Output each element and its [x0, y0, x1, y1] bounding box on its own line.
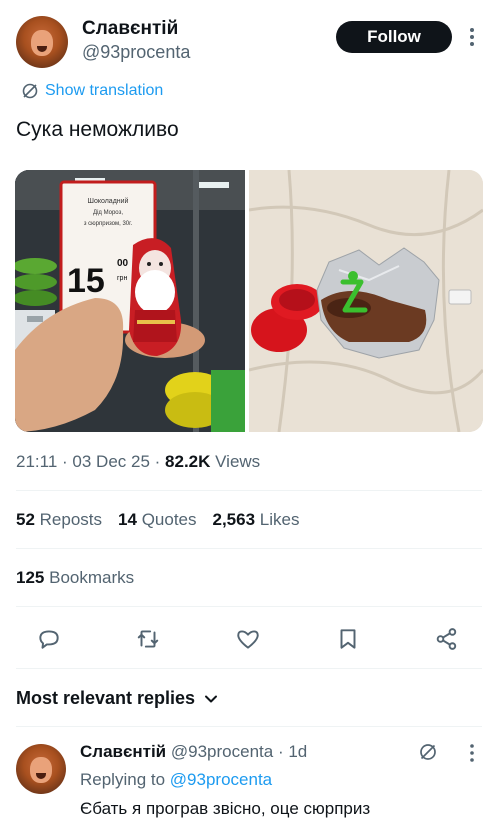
likes-count: 2,563	[212, 510, 256, 529]
reply-handle[interactable]: @93procenta	[171, 742, 273, 761]
photo-unwrapped-chocolate[interactable]	[249, 170, 483, 432]
author-handle[interactable]: @93procenta	[82, 42, 190, 63]
reply-text: Єбать я програв звісно, оце сюрприз	[80, 799, 371, 818]
quotes-count: 14	[118, 510, 137, 529]
views-count: 82.2K	[165, 452, 211, 471]
price-sign-line1: Шоколадний	[88, 197, 129, 205]
divider	[16, 668, 482, 669]
tweet-text: Сука неможливо	[16, 118, 179, 141]
engagement-stats: 52 Reposts 14 Quotes 2,563 Likes	[16, 510, 299, 530]
divider	[16, 548, 482, 549]
divider	[16, 606, 482, 607]
bookmarks-stat[interactable]: 125 Bookmarks	[16, 568, 134, 588]
reply-display-name[interactable]: Славєнтій	[80, 742, 166, 761]
chevron-down-icon	[205, 695, 218, 702]
replying-to-handle[interactable]: @93procenta	[170, 770, 272, 789]
photo-santa-in-store[interactable]: Шоколадний Дід Мороз, з сюрпризом, 30г. …	[15, 170, 245, 432]
show-translation-label[interactable]: Show translation	[45, 82, 163, 100]
meta-sep-1: ·	[62, 452, 73, 471]
reply-author-line: Славєнтій @93procenta · 1d	[80, 742, 307, 762]
replies-header-label: Most relevant replies	[16, 688, 196, 708]
divider	[16, 490, 482, 491]
likes-label: Likes	[259, 510, 300, 529]
bookmarks-label: Bookmarks	[49, 568, 135, 587]
bookmark-icon[interactable]	[335, 626, 361, 652]
divider	[16, 726, 482, 727]
more-options-icon[interactable]	[462, 24, 482, 50]
translate-icon[interactable]	[418, 742, 438, 762]
reposts-count: 52	[16, 510, 35, 529]
quotes-label: Quotes	[141, 510, 197, 529]
share-icon[interactable]	[434, 626, 460, 652]
reposts-label: Reposts	[39, 510, 103, 529]
translate-icon	[22, 83, 38, 99]
price-sign-line3: з сюрпризом, 30г.	[84, 221, 133, 227]
tweet-date[interactable]: 03 Dec 25	[72, 452, 150, 471]
author-display-name[interactable]: Славєнтій	[82, 18, 178, 40]
repost-icon[interactable]	[135, 626, 161, 652]
tweet-media[interactable]: Шоколадний Дід Мороз, з сюрпризом, 30г. …	[15, 170, 483, 432]
price-unit: грн	[117, 275, 127, 282]
bookmarks-count: 125	[16, 568, 45, 587]
show-translation-link[interactable]: Show translation	[21, 80, 163, 102]
reply-more-options-icon[interactable]	[464, 742, 480, 764]
reply-avatar[interactable]	[16, 744, 66, 794]
views-label: Views	[215, 452, 261, 471]
follow-button[interactable]: Follow	[336, 21, 452, 53]
replying-to-prefix: Replying to	[80, 770, 166, 789]
quotes-stat[interactable]: 14 Quotes	[118, 510, 196, 530]
price-small: 00	[117, 258, 129, 269]
tweet-header: Славєнтій @93procenta Follow	[0, 0, 496, 78]
reply-icon[interactable]	[36, 626, 62, 652]
avatar-face	[30, 757, 52, 783]
likes-stat[interactable]: 2,563 Likes	[213, 510, 300, 530]
price-sign-line2: Дід Мороз,	[93, 210, 123, 216]
meta-sep-2: ·	[154, 452, 166, 471]
replying-to-line: Replying to @93procenta	[80, 770, 272, 790]
tweet-time[interactable]: 21:11	[16, 452, 57, 471]
price-big: 15	[67, 262, 105, 300]
action-bar	[0, 620, 496, 656]
reply-age[interactable]: 1d	[288, 742, 307, 761]
avatar-face	[31, 30, 53, 56]
reposts-stat[interactable]: 52 Reposts	[16, 510, 102, 530]
replies-sort-dropdown[interactable]: Most relevant replies	[16, 688, 219, 709]
author-avatar[interactable]	[16, 16, 68, 68]
like-icon[interactable]	[235, 626, 261, 652]
tweet-meta: 21:11 · 03 Dec 25 · 82.2K Views	[16, 452, 260, 472]
reply-sep: ·	[277, 742, 289, 761]
